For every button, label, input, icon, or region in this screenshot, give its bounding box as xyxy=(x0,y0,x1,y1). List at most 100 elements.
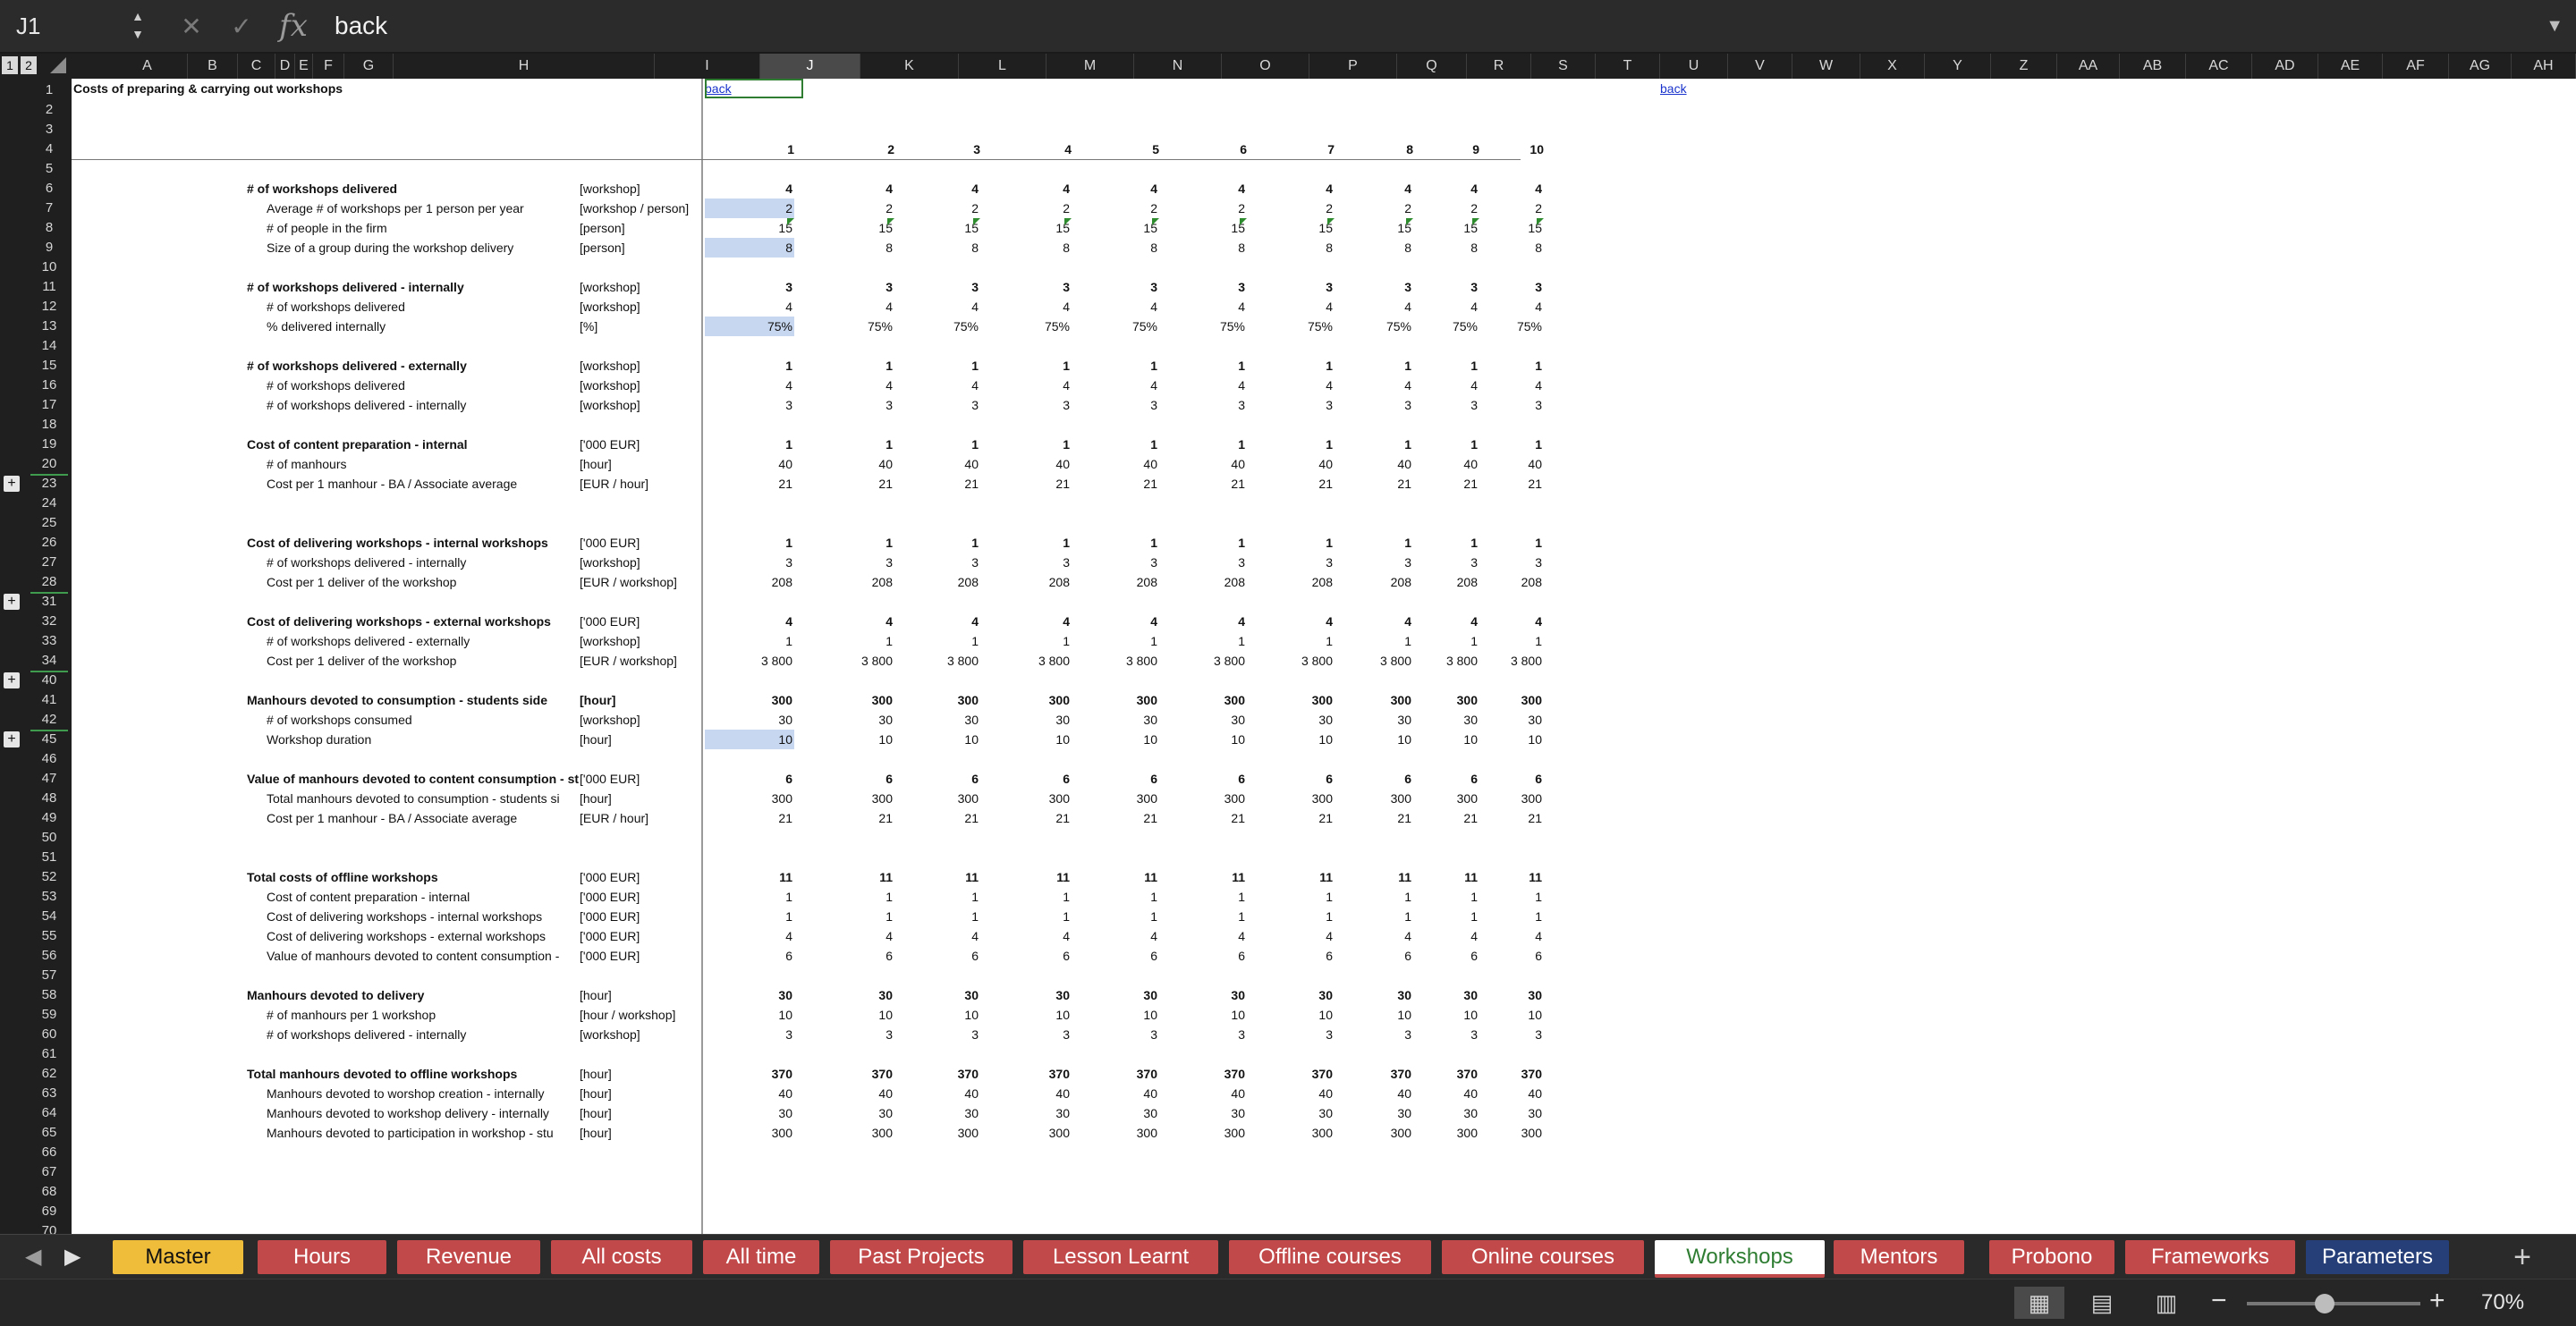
column-header-ae[interactable]: AE xyxy=(2318,54,2383,79)
value-cell[interactable]: 1 xyxy=(705,631,794,651)
row-header-11[interactable]: 11 xyxy=(30,277,68,297)
value-cell[interactable]: 3 xyxy=(995,1025,1072,1044)
value-cell[interactable]: 300 xyxy=(805,1123,894,1143)
value-cell[interactable]: 21 xyxy=(1258,474,1335,494)
row-header-42[interactable]: 42 xyxy=(30,710,68,731)
value-cell[interactable]: 2 xyxy=(1082,198,1159,218)
value-cell[interactable]: 10 xyxy=(1258,1005,1335,1025)
unit-label[interactable]: [workshop] xyxy=(580,297,699,317)
value-cell[interactable]: 2 xyxy=(995,198,1072,218)
value-cell[interactable]: 11 xyxy=(1258,867,1335,887)
value-cell[interactable]: 4 xyxy=(1170,376,1247,395)
value-cell[interactable]: 10 xyxy=(1483,730,1544,749)
column-header-c[interactable]: C xyxy=(238,54,275,79)
row-header-62[interactable]: 62 xyxy=(30,1064,68,1084)
zoom-level-label[interactable]: 70% xyxy=(2481,1287,2524,1319)
value-cell[interactable]: 300 xyxy=(1258,690,1335,710)
comment-indicator-icon[interactable] xyxy=(1064,218,1072,225)
value-cell[interactable]: 4 xyxy=(805,297,894,317)
value-cell[interactable]: 3 xyxy=(1483,277,1544,297)
value-cell[interactable]: 11 xyxy=(1419,867,1479,887)
value-cell[interactable]: 11 xyxy=(1082,867,1159,887)
value-cell[interactable]: 6 xyxy=(1258,946,1335,966)
value-cell[interactable]: 1 xyxy=(1082,356,1159,376)
value-cell[interactable]: 3 xyxy=(1419,553,1479,572)
value-cell[interactable]: 4 xyxy=(995,376,1072,395)
value-cell[interactable]: 3 xyxy=(1483,553,1544,572)
value-cell[interactable]: 30 xyxy=(995,985,1072,1005)
value-cell[interactable]: 3 xyxy=(1082,553,1159,572)
value-cell[interactable]: 30 xyxy=(805,1103,894,1123)
value-cell[interactable]: 6 xyxy=(1082,946,1159,966)
value-cell[interactable]: 370 xyxy=(705,1064,794,1084)
value-cell[interactable]: 4 xyxy=(1483,926,1544,946)
value-cell[interactable]: 1 xyxy=(805,356,894,376)
value-cell[interactable]: 1 xyxy=(1419,631,1479,651)
row-header-58[interactable]: 58 xyxy=(30,985,68,1005)
value-cell[interactable]: 370 xyxy=(1258,1064,1335,1084)
value-cell[interactable]: 300 xyxy=(805,690,894,710)
value-cell[interactable]: 4 xyxy=(1419,926,1479,946)
value-cell[interactable]: 15 xyxy=(705,218,794,238)
value-cell[interactable]: 3 xyxy=(1258,553,1335,572)
value-cell[interactable]: 30 xyxy=(903,1103,980,1123)
sheet-tab-revenue[interactable]: Revenue xyxy=(397,1240,540,1274)
comment-indicator-icon[interactable] xyxy=(787,218,794,225)
value-cell[interactable]: 40 xyxy=(805,1084,894,1103)
value-cell[interactable]: 40 xyxy=(805,454,894,474)
value-cell[interactable]: 1 xyxy=(1082,435,1159,454)
value-cell[interactable]: 3 xyxy=(1082,395,1159,415)
value-cell[interactable]: 15 xyxy=(1351,218,1413,238)
value-cell[interactable]: 3 800 xyxy=(1351,651,1413,671)
row-header-17[interactable]: 17 xyxy=(30,395,68,415)
sheet-tab-all-time[interactable]: All time xyxy=(703,1240,819,1274)
value-cell[interactable]: 40 xyxy=(1170,454,1247,474)
value-cell[interactable]: 6 xyxy=(1082,769,1159,789)
unit-label[interactable]: ['000 EUR] xyxy=(580,435,699,454)
column-header-k[interactable]: K xyxy=(860,54,959,79)
sheet-tab-master[interactable]: Master xyxy=(113,1240,243,1274)
row-header-8[interactable]: 8 xyxy=(30,218,68,238)
value-cell[interactable]: 8 xyxy=(1170,238,1247,258)
value-cell[interactable]: 21 xyxy=(1351,474,1413,494)
value-cell[interactable]: 3 xyxy=(1170,395,1247,415)
column-header-d[interactable]: D xyxy=(275,54,295,79)
comment-indicator-icon[interactable] xyxy=(887,218,894,225)
value-cell[interactable]: 1 xyxy=(1483,435,1544,454)
unit-label[interactable]: [workshop] xyxy=(580,277,699,297)
value-cell[interactable]: 8 xyxy=(805,238,894,258)
value-cell[interactable]: 1 xyxy=(1082,533,1159,553)
value-cell[interactable]: 6 xyxy=(1170,769,1247,789)
value-cell[interactable]: 1 xyxy=(995,533,1072,553)
period-header[interactable]: 9 xyxy=(1419,139,1479,159)
value-cell[interactable]: 300 xyxy=(1351,1123,1413,1143)
value-cell[interactable]: 300 xyxy=(705,690,794,710)
value-cell[interactable]: 3 xyxy=(1170,1025,1247,1044)
value-cell[interactable]: 15 xyxy=(1170,218,1247,238)
value-cell[interactable]: 4 xyxy=(805,612,894,631)
row-header-57[interactable]: 57 xyxy=(30,966,68,985)
value-cell[interactable]: 1 xyxy=(1351,356,1413,376)
value-cell[interactable]: 30 xyxy=(805,985,894,1005)
value-cell[interactable]: 6 xyxy=(705,769,794,789)
value-cell[interactable]: 1 xyxy=(1419,533,1479,553)
value-cell[interactable]: 3 xyxy=(1170,277,1247,297)
value-cell[interactable]: 3 xyxy=(1082,277,1159,297)
value-cell[interactable]: 40 xyxy=(1082,1084,1159,1103)
page-break-view-icon[interactable]: ▥ xyxy=(2141,1287,2191,1319)
value-cell[interactable]: 3 xyxy=(995,553,1072,572)
value-cell[interactable]: 300 xyxy=(705,1123,794,1143)
value-cell[interactable]: 300 xyxy=(1483,690,1544,710)
row-header-34[interactable]: 34 xyxy=(30,651,68,672)
value-cell[interactable]: 4 xyxy=(1170,297,1247,317)
value-cell[interactable]: 4 xyxy=(1082,926,1159,946)
value-cell[interactable]: 1 xyxy=(705,887,794,907)
value-cell[interactable]: 40 xyxy=(995,1084,1072,1103)
unit-label[interactable]: [workshop] xyxy=(580,356,699,376)
value-cell[interactable]: 21 xyxy=(1351,808,1413,828)
value-cell[interactable]: 3 xyxy=(805,1025,894,1044)
value-cell[interactable]: 1 xyxy=(1170,356,1247,376)
value-cell[interactable]: 10 xyxy=(995,1005,1072,1025)
value-cell[interactable]: 208 xyxy=(1483,572,1544,592)
name-box-stepper[interactable]: ▲ ▼ xyxy=(127,7,148,46)
